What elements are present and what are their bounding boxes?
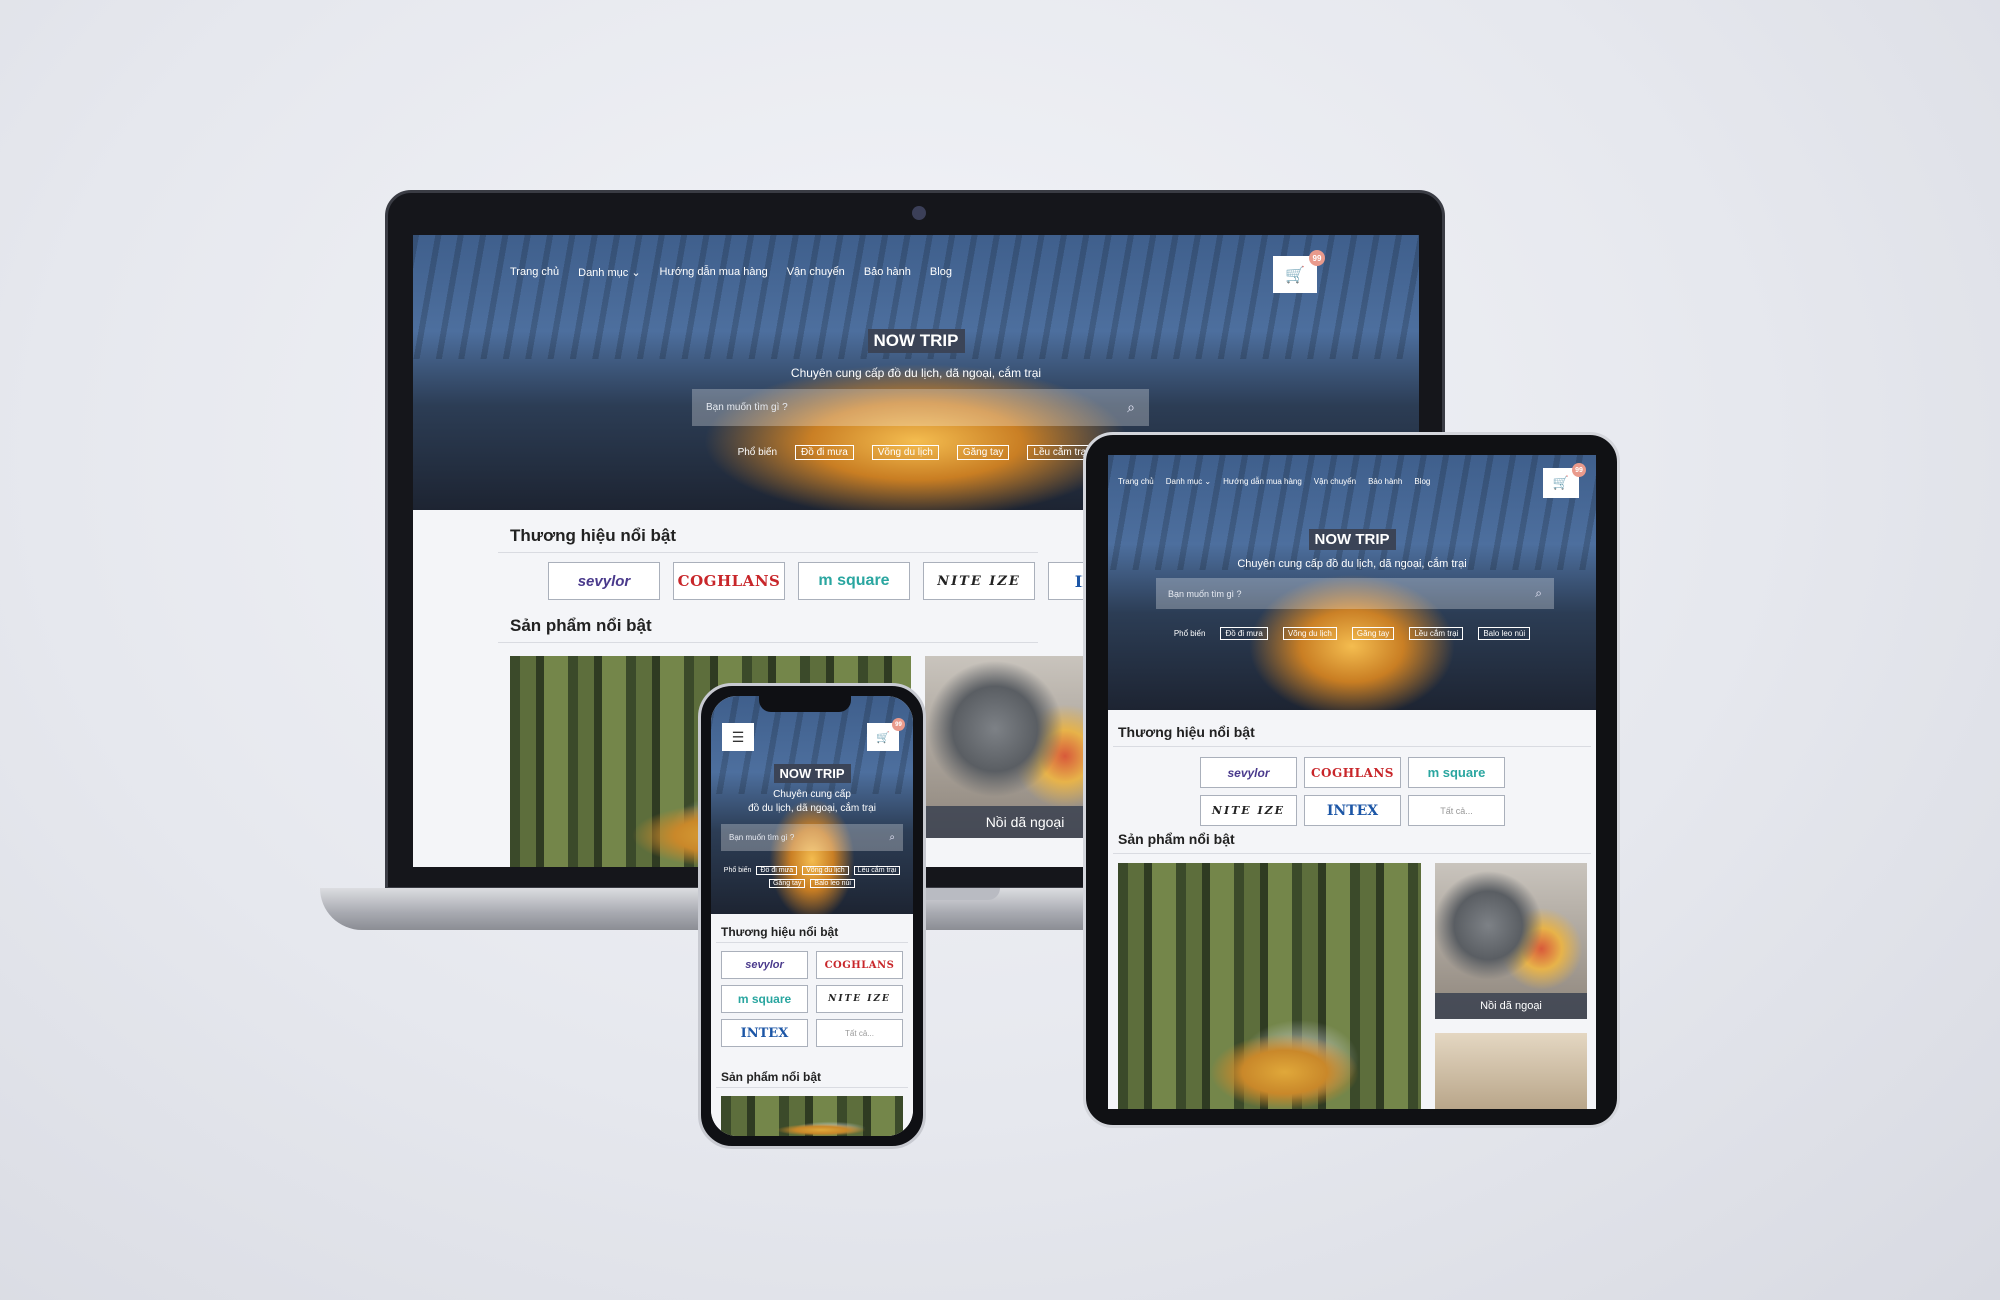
brand-intex[interactable]: INTEX [721, 1019, 808, 1047]
chevron-down-icon: ⌄ [1202, 477, 1212, 486]
nav-warranty[interactable]: Bảo hành [1368, 477, 1402, 486]
tag-rainwear[interactable]: Đồ đi mưa [756, 866, 798, 875]
nav-blog[interactable]: Blog [1414, 477, 1430, 486]
nav-buying-guide[interactable]: Hướng dẫn mua hàng [1223, 477, 1302, 486]
site-logo[interactable]: NOW TRIP [867, 329, 965, 353]
search-bar[interactable]: Bạn muốn tìm gì ? ⌕ [1156, 578, 1554, 609]
brands-title: Thương hiệu nổi bật [721, 925, 839, 939]
brand-msquare[interactable]: m square [798, 562, 910, 600]
cart-button[interactable]: 🛒 99 [867, 718, 905, 751]
search-icon[interactable]: ⌕ [889, 832, 895, 843]
popular-tags: Phổ biến Đồ đi mưa Võng du lịch Găng tay… [1108, 627, 1596, 640]
product-caption: Nồi dã ngoại [1435, 993, 1587, 1019]
brand-list: sevylor COGHLANS m square NITE IZE INTEX [548, 562, 1160, 600]
nav-shipping[interactable]: Vận chuyển [787, 266, 845, 279]
product-card-pot[interactable]: Nồi dã ngoại [1435, 863, 1587, 1019]
search-input[interactable]: Bạn muốn tìm gì ? [1168, 589, 1535, 599]
laptop-camera [912, 206, 926, 220]
nav-warranty[interactable]: Bảo hành [864, 266, 911, 279]
tag-gloves[interactable]: Găng tay [768, 879, 806, 888]
site-logo[interactable]: NOW TRIP [773, 764, 851, 783]
popular-label: Phổ biến [737, 447, 778, 458]
brand-grid: sevylor COGHLANS m square NITE IZE INTEX… [721, 951, 903, 1047]
products-title: Sản phẩm nổi bật [721, 1070, 822, 1084]
brand-grid: sevylor COGHLANS m square NITE IZE INTEX… [1200, 757, 1505, 826]
site-logo[interactable]: NOW TRIP [1308, 529, 1396, 550]
nav-blog[interactable]: Blog [930, 266, 952, 279]
hero-banner: ☰ 🛒 99 NOW TRIP Chuyên cung cấp đồ du lị… [711, 696, 913, 914]
tag-tent[interactable]: Lều cắm trại [1409, 627, 1464, 640]
tag-backpack[interactable]: Balo leo núi [1478, 627, 1531, 640]
brand-sevylor[interactable]: sevylor [1200, 757, 1297, 788]
brand-coghlans[interactable]: COGHLANS [673, 562, 785, 600]
tablet-device: Trang chủ Danh mục ⌄ Hướng dẫn mua hàng … [1083, 432, 1620, 1128]
popular-label: Phổ biến [723, 867, 752, 874]
product-card-tent[interactable] [1118, 863, 1421, 1109]
brands-title: Thương hiệu nổi bật [510, 526, 677, 545]
cart-badge: 99 [892, 718, 905, 731]
phone-device: ☰ 🛒 99 NOW TRIP Chuyên cung cấp đồ du lị… [698, 683, 926, 1149]
cart-badge: 99 [1309, 250, 1325, 266]
product-card-bag[interactable] [1435, 1033, 1587, 1109]
nav-home[interactable]: Trang chủ [1118, 477, 1154, 486]
cart-icon: 🛒 [1552, 475, 1570, 490]
phone-notch [759, 694, 851, 712]
products-title: Sản phẩm nổi bật [1118, 831, 1235, 847]
main-nav: Trang chủ Danh mục ⌄ Hướng dẫn mua hàng … [1118, 477, 1430, 486]
cart-icon: 🛒 [1285, 266, 1305, 284]
brands-title: Thương hiệu nổi bật [1118, 724, 1255, 740]
brand-nite-ize[interactable]: NITE IZE [816, 985, 903, 1013]
nav-categories[interactable]: Danh mục ⌄ [578, 266, 640, 279]
brand-msquare[interactable]: m square [721, 985, 808, 1013]
search-input[interactable]: Bạn muốn tìm gì ? [729, 833, 889, 842]
tag-rainwear[interactable]: Đồ đi mưa [1220, 627, 1268, 640]
tagline: Chuyên cung cấp đồ du lịch, dã ngoại, cắ… [1237, 558, 1467, 570]
chevron-down-icon: ⌄ [628, 267, 641, 279]
search-bar[interactable]: Bạn muốn tìm gì ? ⌕ [692, 389, 1149, 426]
popular-tags: Phổ biến Đồ đi mưa Võng du lịch Lều cắm … [715, 866, 909, 888]
menu-button[interactable]: ☰ [722, 723, 754, 751]
cart-badge: 99 [1572, 463, 1586, 477]
nav-home[interactable]: Trang chủ [510, 266, 559, 279]
tag-tent[interactable]: Lều cắm trại [853, 866, 901, 875]
brand-intex[interactable]: INTEX [1304, 795, 1401, 826]
cart-button[interactable]: 🛒 99 [1543, 463, 1586, 498]
tag-rainwear[interactable]: Đồ đi mưa [795, 445, 854, 460]
hero-banner: Trang chủ Danh mục ⌄ Hướng dẫn mua hàng … [1108, 455, 1596, 710]
tagline-line-1: Chuyên cung cấp [773, 789, 851, 800]
tag-hammock[interactable]: Võng du lịch [1282, 627, 1337, 640]
search-input[interactable]: Bạn muốn tìm gì ? [706, 402, 1127, 413]
tag-hammock[interactable]: Võng du lịch [802, 866, 849, 875]
popular-label: Phổ biến [1173, 629, 1206, 638]
tag-hammock[interactable]: Võng du lịch [871, 445, 939, 460]
search-icon[interactable]: ⌕ [1535, 586, 1542, 601]
brand-coghlans[interactable]: COGHLANS [1304, 757, 1401, 788]
brand-view-all[interactable]: Tất cả... [1408, 795, 1505, 826]
main-nav: Trang chủ Danh mục ⌄ Hướng dẫn mua hàng … [510, 266, 952, 279]
search-icon[interactable]: ⌕ [1127, 399, 1135, 416]
tag-gloves[interactable]: Găng tay [956, 445, 1010, 460]
brand-sevylor[interactable]: sevylor [721, 951, 808, 979]
tagline-line-2: đồ du lịch, dã ngoại, cắm trại [748, 803, 876, 814]
tag-backpack[interactable]: Balo leo núi [810, 879, 855, 888]
cart-button[interactable]: 🛒 99 [1273, 250, 1325, 293]
cart-icon: 🛒 [876, 731, 890, 744]
nav-categories[interactable]: Danh mục ⌄ [1166, 477, 1211, 486]
nav-buying-guide[interactable]: Hướng dẫn mua hàng [660, 266, 768, 279]
brand-view-all[interactable]: Tất cả... [816, 1019, 903, 1047]
brand-nite-ize[interactable]: NITE IZE [923, 562, 1035, 600]
hamburger-menu-icon: ☰ [731, 728, 745, 745]
brand-nite-ize[interactable]: NITE IZE [1200, 795, 1297, 826]
tablet-screen: Trang chủ Danh mục ⌄ Hướng dẫn mua hàng … [1108, 455, 1596, 1109]
search-bar[interactable]: Bạn muốn tìm gì ? ⌕ [721, 824, 903, 851]
brand-coghlans[interactable]: COGHLANS [816, 951, 903, 979]
product-card-tent[interactable] [721, 1096, 903, 1136]
products-title: Sản phẩm nổi bật [510, 616, 652, 635]
nav-shipping[interactable]: Vận chuyển [1314, 477, 1356, 486]
tag-gloves[interactable]: Găng tay [1351, 627, 1395, 640]
brand-msquare[interactable]: m square [1408, 757, 1505, 788]
phone-screen: ☰ 🛒 99 NOW TRIP Chuyên cung cấp đồ du lị… [711, 696, 913, 1136]
tagline: Chuyên cung cấp đồ du lịch, dã ngoại, cắ… [790, 366, 1042, 380]
brand-sevylor[interactable]: sevylor [548, 562, 660, 600]
